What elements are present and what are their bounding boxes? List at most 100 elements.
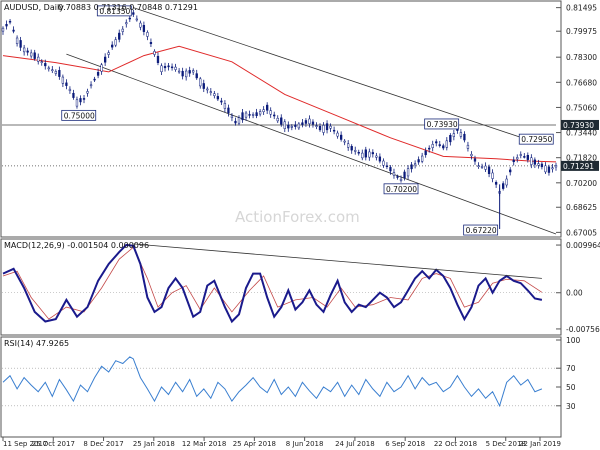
candle-body bbox=[248, 114, 251, 116]
x-tick-label: 25 Jan 2018 bbox=[133, 440, 175, 448]
candle-body bbox=[547, 166, 551, 173]
candle-body bbox=[244, 112, 248, 118]
candle-body bbox=[125, 22, 128, 25]
candle-body bbox=[336, 132, 339, 137]
candle-body bbox=[505, 178, 508, 186]
candle-body bbox=[1, 27, 5, 32]
x-tick-label: 8 Dec 2017 bbox=[83, 440, 123, 448]
price-y-tick-label: 0.78300 bbox=[566, 53, 597, 62]
x-tick-label: 24 Jul 2018 bbox=[335, 440, 375, 448]
candle-body bbox=[51, 69, 54, 72]
candle-body bbox=[107, 52, 110, 55]
candle-body bbox=[8, 20, 12, 23]
candle-body bbox=[223, 103, 227, 109]
candle-body bbox=[494, 182, 498, 185]
candle-body bbox=[389, 167, 392, 172]
candle-body bbox=[153, 51, 156, 55]
candle-body bbox=[79, 98, 82, 103]
candle-body bbox=[149, 42, 153, 45]
candle-body bbox=[449, 135, 452, 143]
candle-body bbox=[96, 72, 100, 76]
candle-body bbox=[347, 143, 350, 148]
candle-body bbox=[480, 166, 484, 168]
price-annotation-label: 0.73930 bbox=[427, 120, 458, 129]
candle-body bbox=[473, 158, 477, 162]
candle-body bbox=[54, 71, 57, 74]
candle-body bbox=[40, 61, 43, 63]
candle-body bbox=[280, 117, 283, 125]
candle-body bbox=[392, 172, 396, 176]
candle-body bbox=[209, 91, 212, 93]
x-tick-label: 12 Mar 2018 bbox=[182, 440, 226, 448]
price-y-tick-label: 0.81495 bbox=[566, 4, 597, 13]
x-tick-label: 6 Sep 2018 bbox=[385, 440, 425, 448]
candle-body bbox=[308, 118, 311, 124]
candle-body bbox=[255, 112, 258, 117]
candle-body bbox=[266, 104, 269, 111]
candle-body bbox=[431, 144, 434, 148]
candle-body bbox=[65, 82, 68, 86]
macd-y-tick-label: -0.00756 bbox=[566, 325, 600, 334]
candle-body bbox=[72, 92, 75, 98]
candle-body bbox=[551, 167, 554, 170]
candle-body bbox=[192, 70, 195, 73]
candle-body bbox=[58, 70, 61, 77]
candle-body bbox=[93, 78, 96, 81]
candle-body bbox=[227, 107, 230, 114]
candle-body bbox=[350, 146, 353, 151]
candle-body bbox=[230, 115, 234, 119]
candle-body bbox=[170, 66, 174, 69]
candle-body bbox=[329, 125, 332, 129]
candle-body bbox=[273, 114, 276, 117]
candle-body bbox=[283, 121, 286, 129]
candle-body bbox=[318, 126, 322, 131]
candle-body bbox=[86, 91, 89, 94]
candle-body bbox=[146, 32, 149, 37]
price-y-tick-label: 0.70200 bbox=[566, 179, 597, 188]
candle-body bbox=[167, 65, 170, 68]
candle-body bbox=[540, 163, 544, 168]
candle-body bbox=[512, 159, 515, 163]
x-tick-label: 8 Jun 2018 bbox=[286, 440, 324, 448]
price-ohlc: 0.70883 0.71316 0.70848 0.71291 bbox=[58, 3, 198, 12]
candle-body bbox=[417, 159, 420, 163]
candle-body bbox=[456, 128, 459, 131]
candle-body bbox=[339, 134, 343, 140]
candle-body bbox=[424, 150, 427, 156]
level-label: 0.71291 bbox=[563, 162, 594, 171]
candle-body bbox=[33, 52, 36, 59]
candle-body bbox=[459, 132, 463, 137]
candle-body bbox=[304, 120, 308, 124]
macd-title: MACD(12,26,9) -0.001504 0.000096 bbox=[4, 241, 149, 250]
x-tick-label: 25 Apr 2018 bbox=[233, 440, 276, 448]
candle-body bbox=[216, 96, 220, 100]
candle-body bbox=[526, 155, 529, 160]
candle-body bbox=[484, 165, 487, 170]
candle-body bbox=[406, 168, 410, 177]
candle-body bbox=[297, 123, 301, 129]
candle-body bbox=[44, 63, 47, 67]
candle-body bbox=[241, 112, 244, 121]
price-annotation-label: 0.70200 bbox=[386, 185, 417, 194]
candle-body bbox=[382, 160, 385, 166]
candle-body bbox=[438, 144, 441, 146]
candle-body bbox=[22, 47, 26, 53]
candle-body bbox=[544, 165, 547, 173]
candle-body bbox=[75, 99, 79, 107]
candle-body bbox=[315, 125, 318, 127]
candle-body bbox=[15, 37, 19, 44]
candle-body bbox=[111, 44, 114, 48]
candle-body bbox=[26, 50, 29, 53]
price-annotation-label: 0.67220 bbox=[466, 226, 497, 235]
candle-body bbox=[89, 84, 93, 87]
macd-y-tick-label: 0.009964 bbox=[566, 241, 600, 250]
candle-body bbox=[174, 66, 177, 70]
price-y-tick-label: 0.79975 bbox=[566, 27, 597, 36]
candle-body bbox=[301, 122, 304, 125]
candle-body bbox=[19, 40, 22, 48]
candle-body bbox=[530, 157, 533, 165]
candle-body bbox=[364, 149, 367, 158]
candle-body bbox=[100, 64, 103, 72]
candle-body bbox=[516, 157, 519, 160]
candle-body bbox=[502, 183, 505, 189]
